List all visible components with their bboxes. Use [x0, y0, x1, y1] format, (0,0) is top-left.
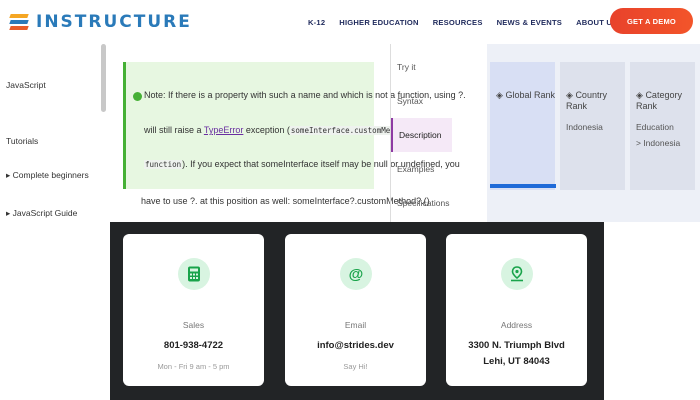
- contact-title: Address: [500, 320, 533, 330]
- contact-title: Sales: [182, 320, 205, 330]
- rank-card-country[interactable]: ◈ Country Rank Indonesia: [560, 62, 625, 190]
- note-text: will still raise a: [144, 125, 204, 135]
- sidebar-item-javascript[interactable]: JavaScript: [6, 80, 46, 90]
- main-nav: K-12 HIGHER EDUCATION RESOURCES NEWS & E…: [308, 18, 617, 27]
- chevron-right-icon: ▸: [6, 170, 13, 180]
- map-pin-icon: [501, 258, 533, 290]
- sidebar-item-javascript-guide[interactable]: ▸ JavaScript Guide: [6, 208, 77, 219]
- page: INSTRUCTURE K-12 HIGHER EDUCATION RESOUR…: [0, 0, 700, 400]
- email-note: Say Hi!: [343, 362, 368, 371]
- note-line-4: have to use ?. at this position as well:…: [141, 196, 430, 206]
- rank-sub: Indonesia: [566, 122, 603, 132]
- address-line-1: 3300 N. Triumph Blvd: [468, 340, 565, 351]
- toc-item-syntax[interactable]: Syntax: [397, 96, 423, 106]
- contact-title: Email: [344, 320, 367, 330]
- calculator-icon: [178, 258, 210, 290]
- toc-item-examples[interactable]: Examples: [397, 164, 434, 174]
- diamond-icon: ◈: [566, 90, 573, 100]
- toc-item-specifications[interactable]: Specifications: [397, 198, 449, 208]
- at-sign-icon: @: [340, 258, 372, 290]
- note-code: function: [144, 160, 183, 169]
- nav-higher-education[interactable]: HIGHER EDUCATION: [339, 18, 418, 27]
- contact-card-email: @ Email info@strides.dev Say Hi!: [285, 234, 426, 386]
- nav-news-events[interactable]: NEWS & EVENTS: [497, 18, 562, 27]
- doc-sidebar: JavaScript Tutorials ▸ Complete beginner…: [0, 44, 110, 224]
- note-text: exception (: [243, 125, 290, 135]
- sidebar-item-complete-beginners[interactable]: ▸ Complete beginners: [6, 170, 89, 181]
- sales-hours: Mon - Fri 9 am - 5 pm: [157, 362, 230, 371]
- sidebar-item-label: JavaScript Guide: [12, 208, 78, 218]
- rank-card-category[interactable]: ◈ Category Rank Education > Indonesia: [630, 62, 695, 190]
- rank-label: ◈ Global Rank: [496, 90, 555, 100]
- logo-mark-icon: [9, 14, 29, 30]
- sales-phone[interactable]: 801-938-4722: [123, 340, 264, 351]
- rank-label: ◈ Category Rank: [636, 90, 682, 111]
- get-a-demo-button[interactable]: GET A DEMO: [610, 8, 693, 34]
- note-icon: [133, 92, 142, 101]
- diamond-icon: ◈: [636, 90, 643, 100]
- rank-card-global[interactable]: ◈ Global Rank: [490, 62, 555, 190]
- page-toc: Try it Syntax Description Examples Speci…: [390, 44, 452, 222]
- rank-label: ◈ Country Rank: [566, 90, 607, 111]
- email-address[interactable]: info@strides.dev: [285, 340, 426, 351]
- rank-panel: ◈ Global Rank ◈ Country Rank Indonesia ◈…: [487, 44, 700, 222]
- nav-k12[interactable]: K-12: [308, 18, 325, 27]
- toc-item-try-it[interactable]: Try it: [397, 62, 416, 72]
- chevron-right-icon: ▸: [6, 208, 13, 218]
- address-line-2: Lehi, UT 84043: [483, 356, 550, 367]
- site-header: INSTRUCTURE K-12 HIGHER EDUCATION RESOUR…: [0, 0, 700, 44]
- toc-item-description[interactable]: Description: [391, 118, 452, 152]
- contact-card-sales: Sales 801-938-4722 Mon - Fri 9 am - 5 pm: [123, 234, 264, 386]
- toc-item-label: Description: [399, 130, 442, 140]
- sidebar-item-tutorials[interactable]: Tutorials: [6, 136, 38, 146]
- note-callout: Note: If there is a property with such a…: [123, 62, 466, 189]
- diamond-icon: ◈: [496, 90, 503, 100]
- rank-sub: > Indonesia: [636, 138, 681, 148]
- rank-sub: Education: [636, 122, 674, 132]
- nav-resources[interactable]: RESOURCES: [433, 18, 483, 27]
- brand-name: INSTRUCTURE: [36, 12, 192, 32]
- sidebar-item-label: Complete beginners: [12, 170, 89, 180]
- contact-section: Sales 801-938-4722 Mon - Fri 9 am - 5 pm…: [110, 222, 604, 400]
- brand-logo[interactable]: INSTRUCTURE: [9, 12, 192, 32]
- sidebar-scrollbar[interactable]: [101, 44, 106, 112]
- active-rank-indicator: [490, 184, 556, 188]
- typeerror-link[interactable]: TypeError: [204, 125, 244, 135]
- contact-card-address: Address 3300 N. Triumph Blvd Lehi, UT 84…: [446, 234, 587, 386]
